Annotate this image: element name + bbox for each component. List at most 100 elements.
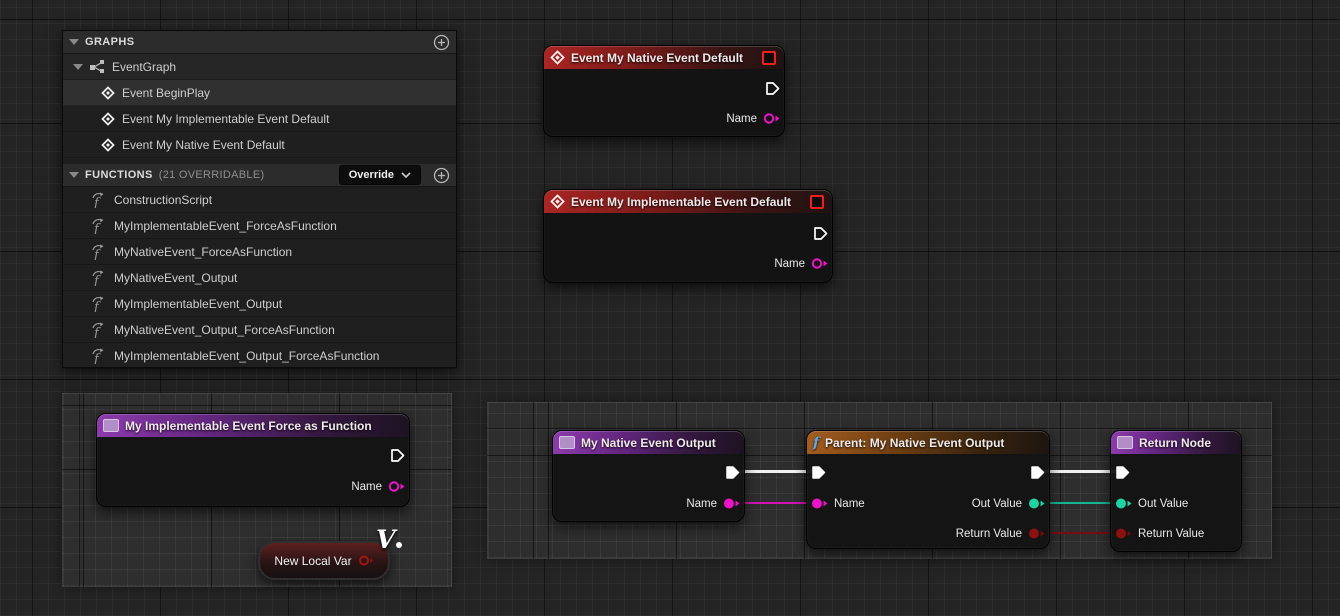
function-label: MyNativeEvent_Output_ForceAsFunction: [114, 323, 335, 337]
name-out-pin[interactable]: Name: [351, 480, 405, 493]
out-value-pin[interactable]: Out Value: [972, 497, 1045, 510]
function-icon: f: [91, 348, 107, 364]
override-dropdown[interactable]: Override: [339, 165, 421, 185]
string-pin-icon[interactable]: [723, 497, 740, 510]
dark-red-pin-icon[interactable]: [1028, 527, 1045, 540]
return-value-in-pin[interactable]: Return Value: [1115, 527, 1204, 540]
override-dropdown-label: Override: [349, 169, 394, 181]
function-icon: f: [91, 322, 107, 338]
exec-out-pin[interactable]: [725, 465, 740, 480]
exec-in-pin[interactable]: [1115, 465, 1130, 480]
svg-text:f: f: [93, 352, 101, 364]
exec-out-pin[interactable]: [765, 81, 780, 96]
svg-text:f: f: [93, 300, 101, 312]
node-my-implementable-event-force-as-function[interactable]: My Implementable Event Force as Function…: [96, 413, 410, 507]
node-return-node[interactable]: Return Node Out Value Return Value: [1110, 430, 1242, 552]
sidebar-item-function[interactable]: f MyImplementableEvent_Output: [63, 291, 456, 317]
function-label: MyImplementableEvent_Output_ForceAsFunct…: [114, 349, 379, 363]
function-icon: f: [91, 218, 107, 234]
drag-variable-cursor: V: [376, 527, 402, 552]
blueprint-graph-editor[interactable]: GRAPHS EventGraph Ev: [0, 0, 1340, 616]
eventgraph-label: EventGraph: [112, 60, 176, 74]
sidebar-item-function[interactable]: f MyImplementableEvent_ForceAsFunction: [63, 213, 456, 239]
node-title: Parent: My Native Event Output: [825, 436, 1004, 450]
variable-name-label: New Local Var: [274, 554, 351, 568]
exec-pin-icon[interactable]: [813, 226, 828, 241]
graphs-section-header[interactable]: GRAPHS: [63, 31, 456, 54]
exec-out-pin[interactable]: [1030, 465, 1045, 480]
node-header[interactable]: Event My Native Event Default: [544, 46, 784, 69]
exec-pin-icon[interactable]: [725, 465, 740, 480]
event-icon: [550, 194, 565, 209]
node-header[interactable]: Return Node: [1111, 431, 1241, 454]
sidebar-item-event-implementable[interactable]: Event My Implementable Event Default: [63, 106, 456, 132]
pin-label: Name: [351, 481, 382, 493]
functions-overridable-note: (21 OVERRIDABLE): [159, 169, 265, 181]
event-icon: [101, 138, 115, 152]
name-out-pin[interactable]: Name: [686, 497, 740, 510]
node-my-native-event-output[interactable]: My Native Event Output Name: [552, 430, 745, 522]
node-header[interactable]: f Parent: My Native Event Output: [807, 431, 1049, 454]
sidebar-item-function[interactable]: f ConstructionScript: [63, 187, 456, 213]
return-value-pin[interactable]: Return Value: [956, 527, 1045, 540]
pin-label: Return Value: [956, 528, 1022, 540]
node-title: Event My Implementable Event Default: [571, 195, 791, 209]
svg-text:f: f: [93, 326, 101, 338]
node-header[interactable]: Event My Implementable Event Default: [544, 190, 832, 213]
function-icon: f: [91, 192, 107, 208]
green-pin-icon[interactable]: [1115, 497, 1132, 510]
exec-pin-icon[interactable]: [811, 465, 826, 480]
name-out-pin[interactable]: Name: [726, 112, 780, 125]
add-function-icon[interactable]: [433, 167, 450, 184]
my-blueprint-panel: GRAPHS EventGraph Ev: [62, 30, 457, 368]
object-pin-icon[interactable]: [358, 554, 374, 567]
functions-section-header[interactable]: FUNCTIONS (21 OVERRIDABLE) Override: [63, 164, 456, 187]
sidebar-item-function[interactable]: f MyNativeEvent_Output_ForceAsFunction: [63, 317, 456, 343]
sidebar-item-event-beginplay[interactable]: Event BeginPlay: [63, 80, 456, 106]
function-icon: f: [91, 270, 107, 286]
name-out-pin[interactable]: Name: [774, 257, 828, 270]
event-icon: [101, 112, 115, 126]
node-new-local-var[interactable]: New Local Var: [258, 541, 390, 580]
graphs-section-title: GRAPHS: [85, 36, 134, 48]
exec-out-pin[interactable]: [813, 226, 828, 241]
event-icon: [550, 50, 565, 65]
node-parent-my-native-event-output[interactable]: f Parent: My Native Event Output Name Ou…: [806, 430, 1050, 549]
sidebar-item-event-native[interactable]: Event My Native Event Default: [63, 132, 456, 158]
exec-out-pin[interactable]: [390, 448, 405, 463]
sidebar-item-function[interactable]: f MyNativeEvent_Output: [63, 265, 456, 291]
sidebar-item-eventgraph[interactable]: EventGraph: [63, 54, 456, 80]
node-title: Return Node: [1139, 436, 1211, 450]
node-header[interactable]: My Native Event Output: [553, 431, 744, 454]
exec-pin-icon[interactable]: [1115, 465, 1130, 480]
sidebar-item-function[interactable]: f MyNativeEvent_ForceAsFunction: [63, 239, 456, 265]
string-pin-icon[interactable]: [388, 480, 405, 493]
exec-pin-icon[interactable]: [765, 81, 780, 96]
node-event-my-native-event-default[interactable]: Event My Native Event Default Name: [543, 45, 785, 137]
name-in-pin[interactable]: Name: [811, 497, 865, 510]
function-result-icon: [1117, 436, 1133, 449]
exec-in-pin[interactable]: [811, 465, 826, 480]
sidebar-item-function[interactable]: f MyImplementableEvent_Output_ForceAsFun…: [63, 343, 456, 369]
exec-wire[interactable]: [1040, 470, 1120, 473]
node-title: Event My Native Event Default: [571, 51, 743, 65]
collapse-arrow-icon[interactable]: [69, 171, 79, 179]
string-pin-icon[interactable]: [763, 112, 780, 125]
string-pin-icon[interactable]: [811, 497, 828, 510]
function-label: ConstructionScript: [114, 193, 212, 207]
add-graph-icon[interactable]: [433, 34, 450, 51]
string-pin-icon[interactable]: [811, 257, 828, 270]
pin-label: Name: [686, 498, 717, 510]
function-entry-icon: [559, 436, 575, 449]
dark-red-pin-icon[interactable]: [1115, 527, 1132, 540]
collapse-arrow-icon[interactable]: [69, 38, 79, 46]
function-label: MyImplementableEvent_ForceAsFunction: [114, 219, 337, 233]
expander-icon[interactable]: [73, 63, 83, 71]
green-pin-icon[interactable]: [1028, 497, 1045, 510]
out-value-in-pin[interactable]: Out Value: [1115, 497, 1188, 510]
node-event-my-implementable-event-default[interactable]: Event My Implementable Event Default Nam…: [543, 189, 833, 283]
function-label: MyNativeEvent_Output: [114, 271, 237, 285]
exec-pin-icon[interactable]: [390, 448, 405, 463]
node-header[interactable]: My Implementable Event Force as Function: [97, 414, 409, 437]
exec-pin-icon[interactable]: [1030, 465, 1045, 480]
